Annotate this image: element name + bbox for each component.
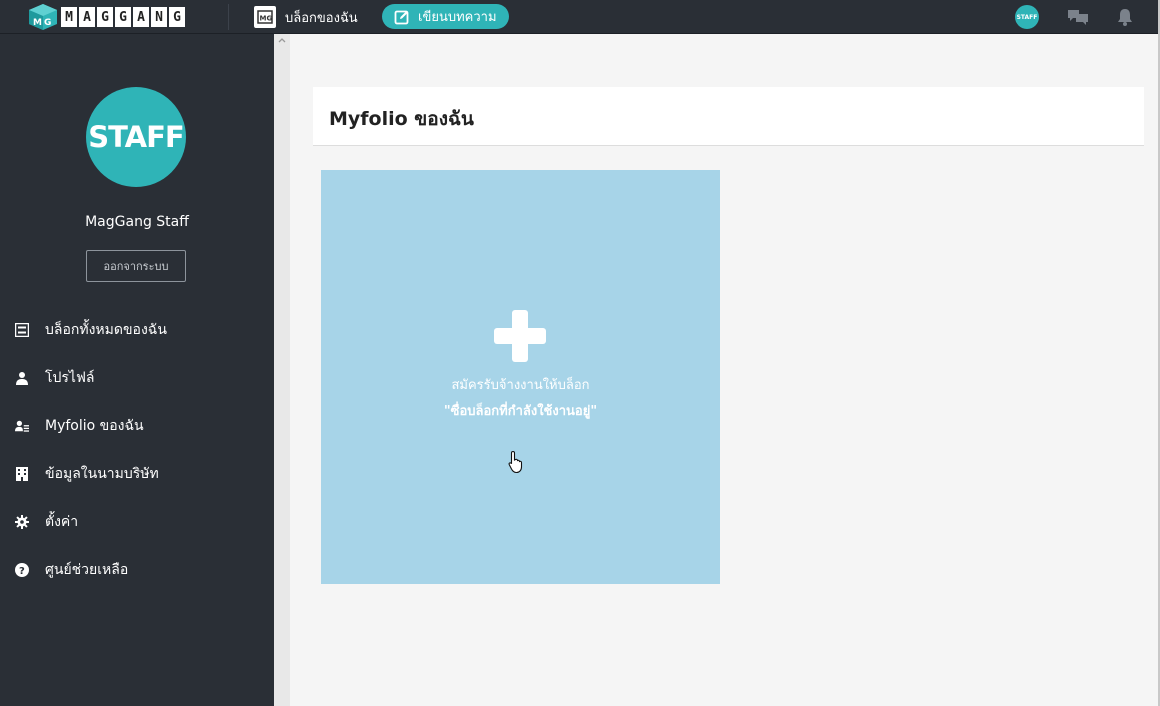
add-card-blog-name: "ซื่อบล็อกที่กำลังใช้งานอยู่" — [443, 404, 598, 419]
profile-avatar: STAFF — [86, 87, 186, 187]
sidebar-item-all-blogs[interactable]: บล็อกทั้งหมดของฉัน — [0, 306, 274, 354]
sidebar-scrollbar[interactable] — [274, 34, 290, 706]
sidebar-item-label: บล็อกทั้งหมดของฉัน — [45, 322, 167, 338]
logo-cube-icon: M G — [28, 3, 58, 31]
sidebar-item-label: ข้อมูลในนามบริษัท — [45, 466, 159, 482]
sidebar-item-company-info[interactable]: ข้อมูลในนามบริษัท — [0, 450, 274, 498]
svg-text:MG: MG — [260, 15, 273, 23]
building-icon — [15, 467, 29, 481]
top-navbar: M G M A G G A N G MG บล็อกของฉัน เขียนบท — [0, 0, 1160, 34]
sidebar-item-help[interactable]: ? ศูนย์ช่วยเหลือ — [0, 546, 274, 594]
write-article-label: เขียนบทความ — [418, 10, 497, 25]
my-blog-link[interactable]: MG บล็อกของฉัน — [254, 6, 358, 28]
logo-letter: N — [151, 7, 167, 27]
sidebar-item-label: ตั้งค่า — [45, 514, 79, 530]
sidebar-item-label: Myfolio ของฉัน — [45, 418, 144, 434]
list-icon — [15, 323, 29, 337]
divider — [228, 4, 229, 30]
logout-button[interactable]: ออกจากระบบ — [86, 250, 186, 282]
add-card-subtitle: สมัครรับจ้างงานให้บล็อก — [451, 378, 590, 393]
logo-letter: M — [61, 7, 77, 27]
chat-icon[interactable] — [1067, 8, 1089, 30]
write-article-button[interactable]: เขียนบทความ — [382, 4, 509, 29]
edit-icon — [394, 10, 409, 24]
blog-logo-icon: MG — [254, 6, 276, 28]
sidebar: STAFF MagGang Staff ออกจากระบบ บล็อกทั้ง… — [0, 34, 274, 706]
sidebar-item-myfolio[interactable]: Myfolio ของฉัน — [0, 402, 274, 450]
gear-icon — [15, 515, 29, 529]
user-name: MagGang Staff — [85, 214, 189, 230]
logo-letter: A — [133, 7, 149, 27]
sidebar-item-settings[interactable]: ตั้งค่า — [0, 498, 274, 546]
add-myfolio-card[interactable]: สมัครรับจ้างงานให้บล็อก "ซื่อบล็อกที่กำล… — [321, 170, 720, 584]
page-title: Myfolio ของฉัน — [329, 108, 474, 130]
sidebar-item-label: ศูนย์ช่วยเหลือ — [45, 562, 129, 578]
hand-pointer-icon — [508, 450, 526, 478]
sidebar-item-label: โปรไฟล์ — [45, 370, 95, 386]
scroll-up-icon[interactable] — [278, 36, 286, 46]
logo-letter: G — [169, 7, 185, 27]
logo-letter: A — [79, 7, 95, 27]
user-card-icon — [15, 419, 29, 433]
svg-text:M: M — [33, 18, 42, 28]
maggang-logo[interactable]: M G M A G G A N G — [28, 3, 187, 31]
svg-text:G: G — [44, 18, 51, 28]
user-icon — [15, 371, 29, 385]
svg-text:?: ? — [19, 566, 25, 577]
sidebar-item-profile[interactable]: โปรไฟล์ — [0, 354, 274, 402]
my-blog-label: บล็อกของฉัน — [285, 10, 358, 26]
user-avatar[interactable]: STAFF — [1015, 5, 1039, 29]
notification-bell-icon[interactable] — [1116, 7, 1134, 31]
main-content: Myfolio ของฉัน สมัครรับจ้างงานให้บล็อก "… — [290, 34, 1160, 706]
sidebar-nav: บล็อกทั้งหมดของฉัน โปรไฟล์ Myfolio ของฉั… — [0, 306, 274, 594]
avatar-text: STAFF — [1016, 13, 1038, 21]
plus-icon — [494, 310, 546, 362]
profile-avatar-text: STAFF — [88, 120, 184, 154]
help-icon: ? — [15, 563, 29, 577]
logo-wordmark: M A G G A N G — [61, 7, 187, 27]
page-header: Myfolio ของฉัน — [313, 87, 1144, 146]
logo-letter: G — [115, 7, 131, 27]
logo-letter: G — [97, 7, 113, 27]
